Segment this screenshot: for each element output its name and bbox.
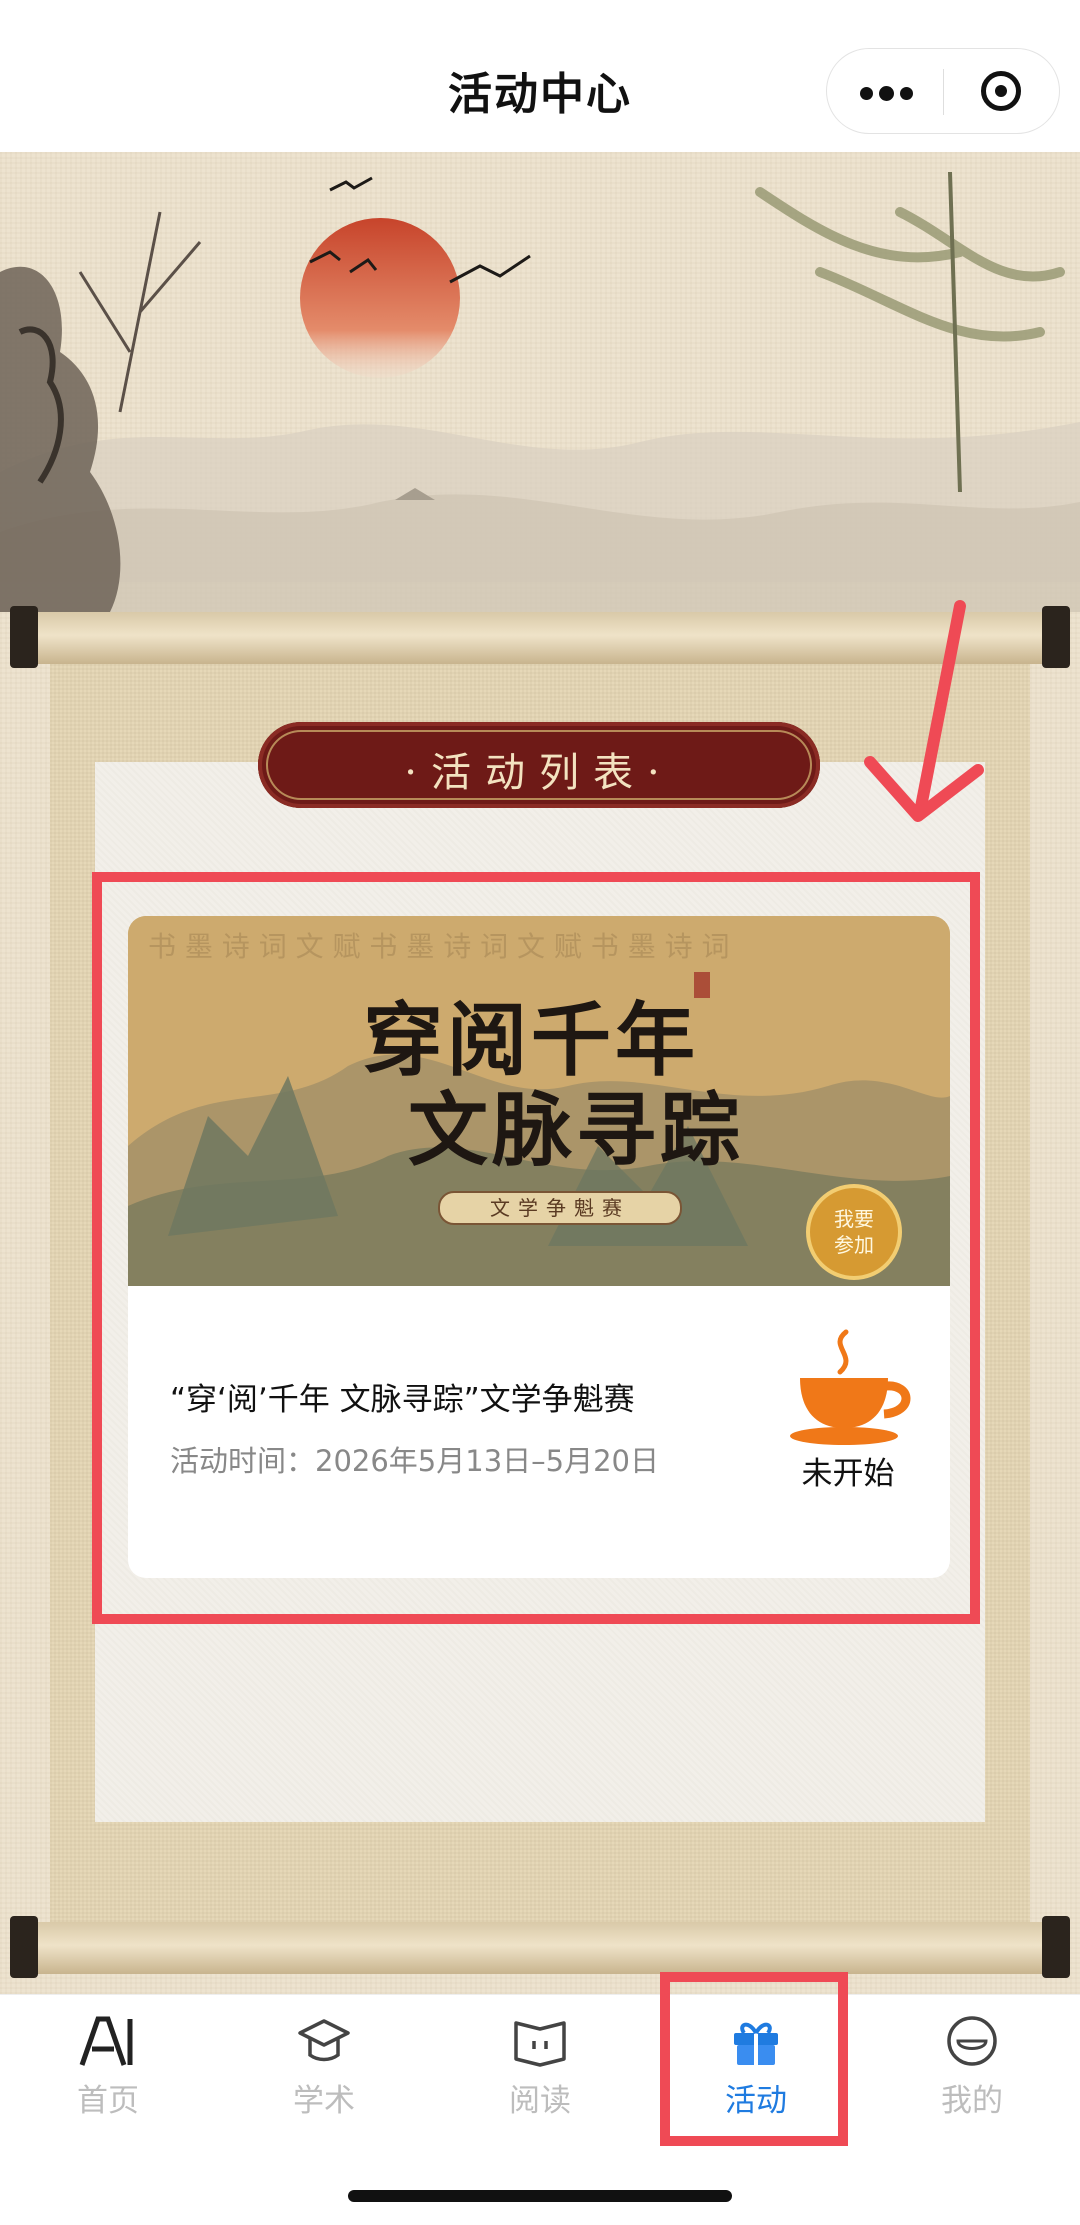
annotation-highlight-card xyxy=(92,872,980,1624)
graduation-cap-icon xyxy=(298,2019,350,2062)
nav-bar: 活动中心 xyxy=(0,0,1080,152)
annotation-arrow xyxy=(864,600,984,822)
section-title-banner: ·活动列表· xyxy=(258,722,820,808)
scroll-rod-bottom xyxy=(10,1916,1070,1978)
tab-label: 阅读 xyxy=(509,2083,571,2119)
section-title: ·活动列表· xyxy=(404,750,674,796)
tab-academic[interactable]: 学术 xyxy=(216,1995,432,2135)
tab-label: 我的 xyxy=(941,2083,1003,2119)
tab-label: 学术 xyxy=(293,2083,355,2119)
close-button[interactable] xyxy=(944,49,1061,135)
tab-reading[interactable]: 阅读 xyxy=(432,1995,648,2135)
activity-scene: ·活动列表· 书 墨 诗 词 文 赋 书 墨 诗 词 文 赋 书 墨 诗 词 穿… xyxy=(0,152,1080,1994)
tab-mine[interactable]: 我的 xyxy=(864,1995,1080,2135)
smiley-face-icon xyxy=(947,2016,997,2066)
target-circle-icon xyxy=(981,71,1021,111)
open-book-icon xyxy=(514,2021,566,2067)
home-indicator xyxy=(348,2190,732,2202)
more-dots-icon xyxy=(860,85,919,104)
ai-logo-icon xyxy=(79,2016,133,2066)
mini-program-capsule xyxy=(826,48,1060,134)
more-button[interactable] xyxy=(827,49,943,135)
tab-home[interactable]: 首页 xyxy=(0,1995,216,2135)
tab-label: 首页 xyxy=(77,2083,139,2119)
annotation-highlight-tab xyxy=(660,1972,848,2146)
